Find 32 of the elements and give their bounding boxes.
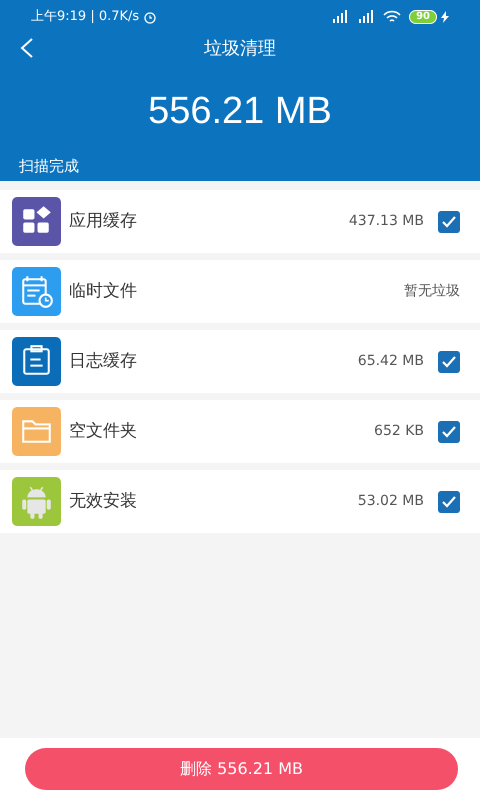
charging-icon xyxy=(441,11,449,23)
checkbox[interactable] xyxy=(438,490,460,512)
page-title: 垃圾清理 xyxy=(204,36,276,60)
checkbox[interactable] xyxy=(438,210,460,232)
checkmark-icon xyxy=(442,356,456,368)
list-row[interactable]: 无效安装 53.02 MB xyxy=(0,470,480,533)
back-icon[interactable] xyxy=(20,38,34,58)
item-label: 应用缓存 xyxy=(69,210,138,233)
item-label: 临时文件 xyxy=(69,280,138,303)
battery-icon: 90 xyxy=(409,10,437,24)
item-label: 空文件夹 xyxy=(69,420,138,443)
wifi-icon xyxy=(383,10,402,24)
list-row[interactable]: 日志缓存 65.42 MB xyxy=(0,330,480,393)
item-label: 无效安装 xyxy=(69,490,138,513)
checkmark-icon xyxy=(442,216,456,228)
alarm-icon xyxy=(143,10,158,24)
checkbox[interactable] xyxy=(438,350,460,372)
checkmark-icon xyxy=(442,426,456,438)
item-label: 日志缓存 xyxy=(69,350,138,373)
item-size: 暂无垃圾 xyxy=(404,282,460,301)
item-size: 437.13 MB xyxy=(348,212,424,231)
item-size: 652 KB xyxy=(374,422,424,441)
list-row[interactable]: 临时文件 暂无垃圾 xyxy=(0,260,480,323)
item-size: 65.42 MB xyxy=(358,352,424,371)
total-size: 556.21 MB xyxy=(148,92,332,130)
scan-status: 扫描完成 xyxy=(19,157,79,175)
checkbox[interactable] xyxy=(438,420,460,442)
list-row[interactable]: 应用缓存 437.13 MB xyxy=(0,190,480,253)
checkmark-icon xyxy=(442,496,456,508)
item-size: 53.02 MB xyxy=(358,492,424,511)
status-time: 上午9:19 | 0.7K/s xyxy=(31,8,140,26)
list-row[interactable]: 空文件夹 652 KB xyxy=(0,400,480,463)
